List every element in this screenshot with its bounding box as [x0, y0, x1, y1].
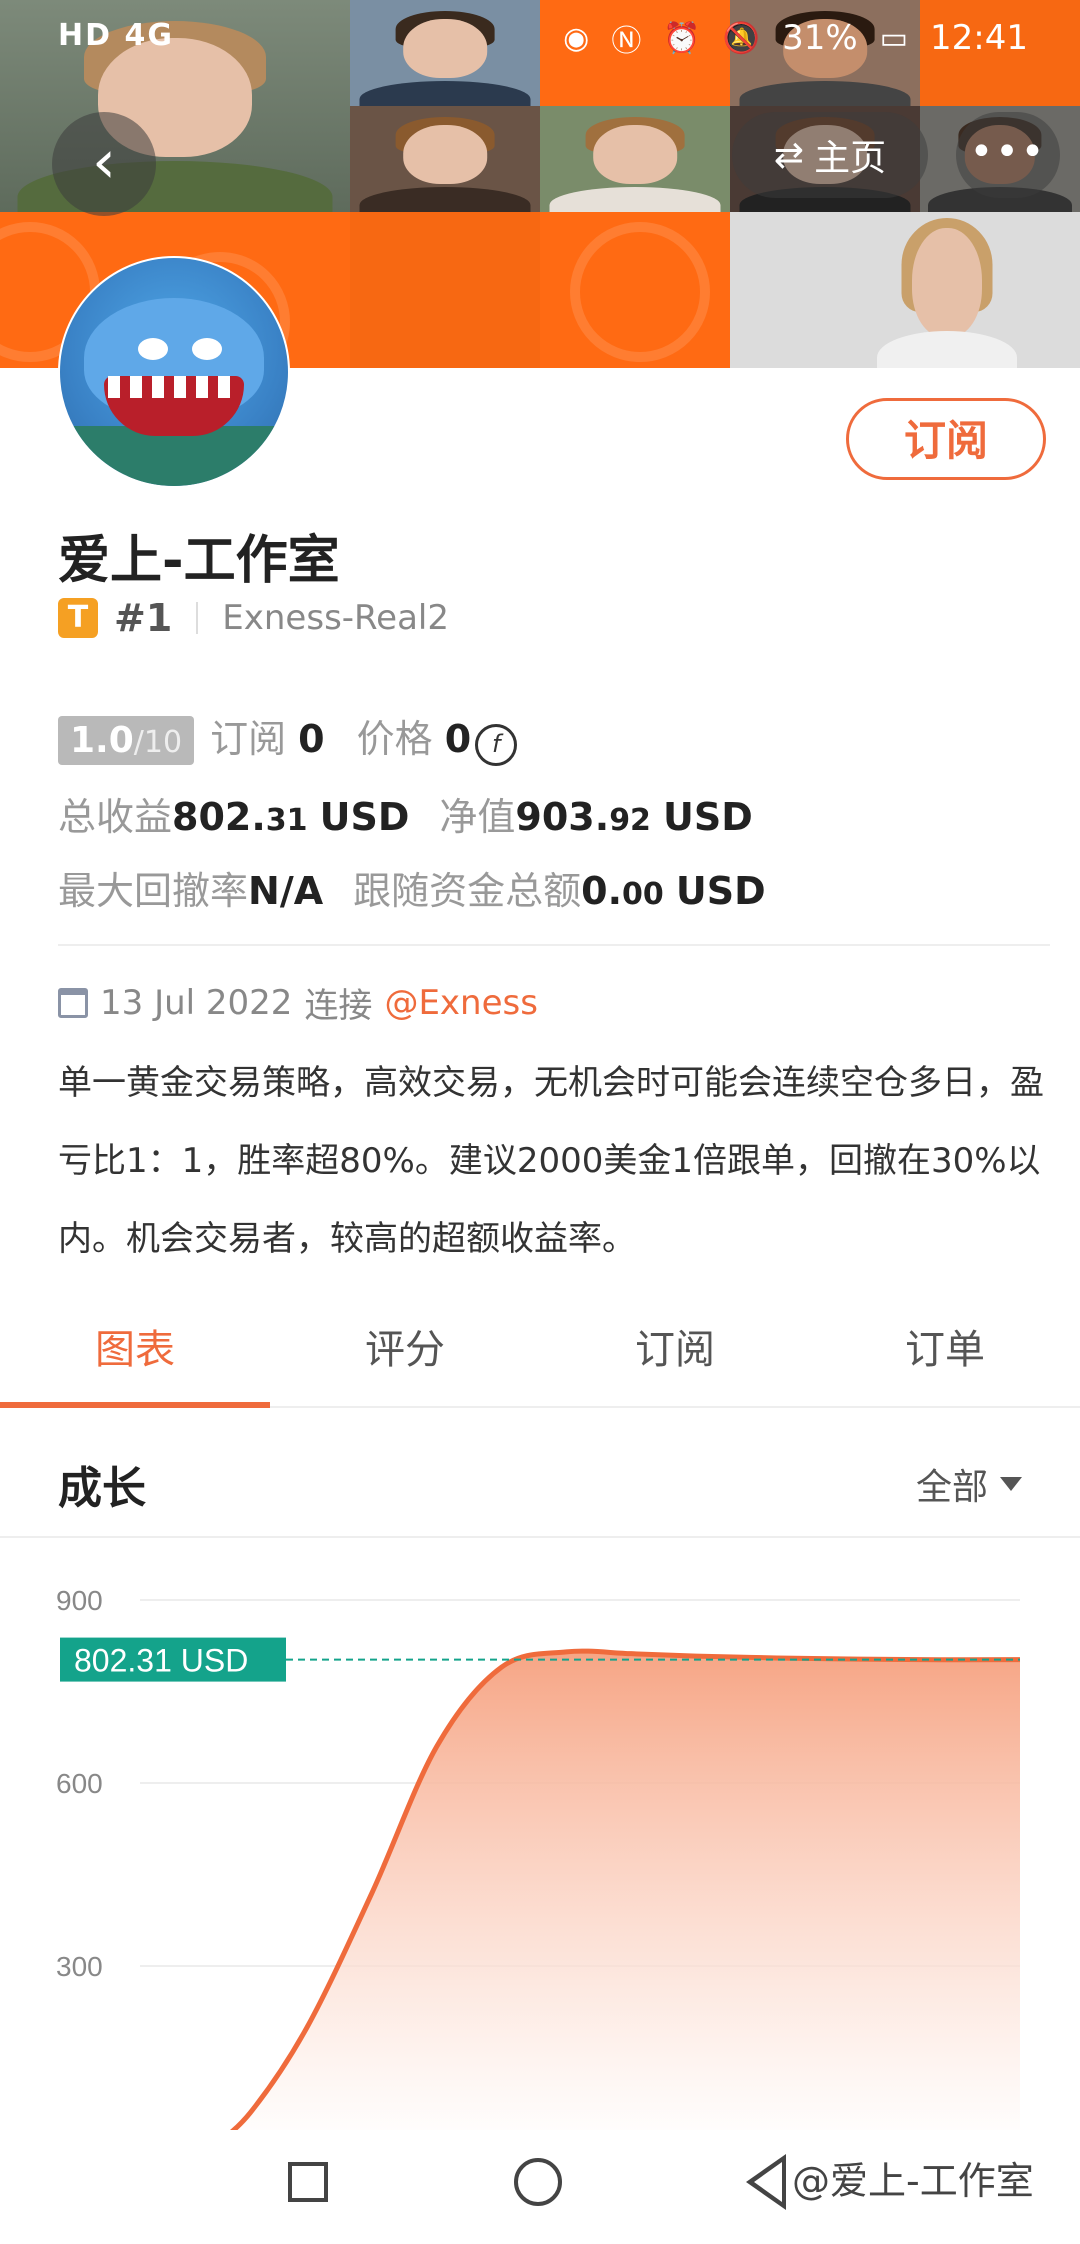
back-triangle-icon[interactable] [746, 2154, 786, 2210]
score-badge: 1.0/10 [58, 716, 195, 765]
y-tick-label: 600 [56, 1768, 103, 1799]
mute-icon: 🔕 [722, 20, 761, 56]
swap-icon: ⇄ [773, 134, 805, 176]
price-label: 价格 [356, 717, 433, 761]
tab-chart[interactable]: 图表 [0, 1310, 270, 1408]
strategy-name: 爱上-工作室 [58, 531, 340, 591]
growth-title: 成长 [58, 1463, 146, 1514]
battery-icon: ▭ [879, 20, 909, 56]
growth-header: 成长 全部 [0, 1416, 1080, 1538]
battery-percent: 31% [782, 18, 858, 58]
tab-orders[interactable]: 订单 [810, 1310, 1080, 1406]
price-value: 0 [444, 717, 472, 761]
score-row: 1.0/10 订阅 0 价格 0 f [58, 708, 518, 766]
home-label: 主页 [814, 138, 887, 179]
connection-row: 13 Jul 2022 连接 @Exness [58, 978, 538, 1027]
tab-rating[interactable]: 评分 [270, 1310, 540, 1406]
drawdown-row: 最大回撤率 N/A 跟随资金总额 0. 00 USD [58, 860, 766, 915]
subscribe-count: 0 [298, 717, 325, 761]
follow-funds-int: 0. [581, 869, 623, 913]
banner-photo [540, 106, 730, 212]
y-tick-label: 900 [56, 1585, 103, 1616]
total-profit-int: 802. [172, 795, 266, 839]
tier-badge: T [58, 598, 98, 638]
follow-funds-label: 跟随资金总额 [353, 869, 582, 913]
status-bar: HD 4G ◉ Ⓝ ⏰ 🔕 31% ▭ 12:41 [0, 0, 1080, 80]
subscribe-button[interactable]: 订阅 [846, 398, 1046, 480]
calendar-icon [58, 987, 88, 1018]
more-button[interactable]: ••• [956, 112, 1060, 198]
equity-int: 903. [515, 795, 610, 839]
total-profit-dec: 31 [265, 803, 308, 838]
follow-funds-unit: USD [675, 869, 766, 913]
nfc-icon: Ⓝ [611, 24, 642, 59]
eye-icon: ◉ [563, 20, 590, 56]
watermark: @爱上-工作室 [792, 2159, 1034, 2203]
growth-chart: 900 600 300 802.31 USD [56, 1585, 1021, 2130]
caret-down-icon [1000, 1477, 1022, 1491]
chevron-left-icon: ‹ [92, 127, 116, 197]
home-icon[interactable] [514, 2158, 562, 2206]
home-button[interactable]: ⇄ 主页 [732, 112, 928, 198]
banner-tile [540, 212, 730, 368]
score-value: 1.0 [70, 720, 134, 761]
equity-dec: 92 [609, 803, 651, 838]
rank: #1 [114, 596, 173, 640]
banner-photo [350, 106, 540, 212]
tab-subscriptions[interactable]: 订阅 [540, 1310, 810, 1406]
rank-row: T #1 Exness-Real2 [58, 596, 449, 640]
max-drawdown-value: N/A [248, 869, 324, 913]
strategy-description: 单一黄金交易策略，高效交易，无机会时可能会连续空仓多日，盈亏比1：1，胜率超80… [58, 1063, 1044, 1259]
divider [58, 944, 1050, 946]
clock: 12:41 [930, 18, 1028, 58]
coin-icon: f [475, 724, 518, 766]
current-value-label: 802.31 USD [74, 1643, 248, 1679]
alarm-icon: ⏰ [663, 20, 701, 56]
network-indicator: HD 4G [58, 18, 174, 53]
equity-label: 净值 [439, 795, 516, 839]
banner-tile [350, 212, 540, 368]
avatar [58, 256, 290, 488]
total-profit-label: 总收益 [58, 795, 173, 839]
connection-date: 13 Jul 2022 [100, 982, 293, 1023]
equity-unit: USD [663, 795, 753, 839]
range-label: 全部 [915, 1467, 988, 1508]
range-dropdown[interactable]: 全部 [916, 1458, 1022, 1510]
connection-label: 连接 [304, 986, 373, 1026]
divider [196, 602, 199, 634]
broker-link[interactable]: @Exness [384, 983, 538, 1023]
profit-row: 总收益 802. 31 USD 净值 903. 92 USD [58, 786, 753, 841]
score-max: /10 [133, 725, 183, 760]
total-profit-unit: USD [319, 795, 410, 839]
tab-bar: 图表 评分 订阅 订单 [0, 1310, 1080, 1408]
recent-apps-icon[interactable] [288, 2162, 328, 2202]
follow-funds-dec: 00 [622, 877, 664, 912]
y-tick-label: 300 [56, 1951, 103, 1982]
banner-photo [730, 212, 1080, 368]
system-nav-bar: @爱上-工作室 [0, 2130, 1080, 2244]
subscribe-count-label: 订阅 [210, 717, 287, 761]
back-button[interactable]: ‹ [52, 112, 156, 216]
growth-area [210, 1651, 1020, 2130]
account-name: Exness-Real2 [222, 598, 449, 638]
max-drawdown-label: 最大回撤率 [58, 869, 249, 913]
